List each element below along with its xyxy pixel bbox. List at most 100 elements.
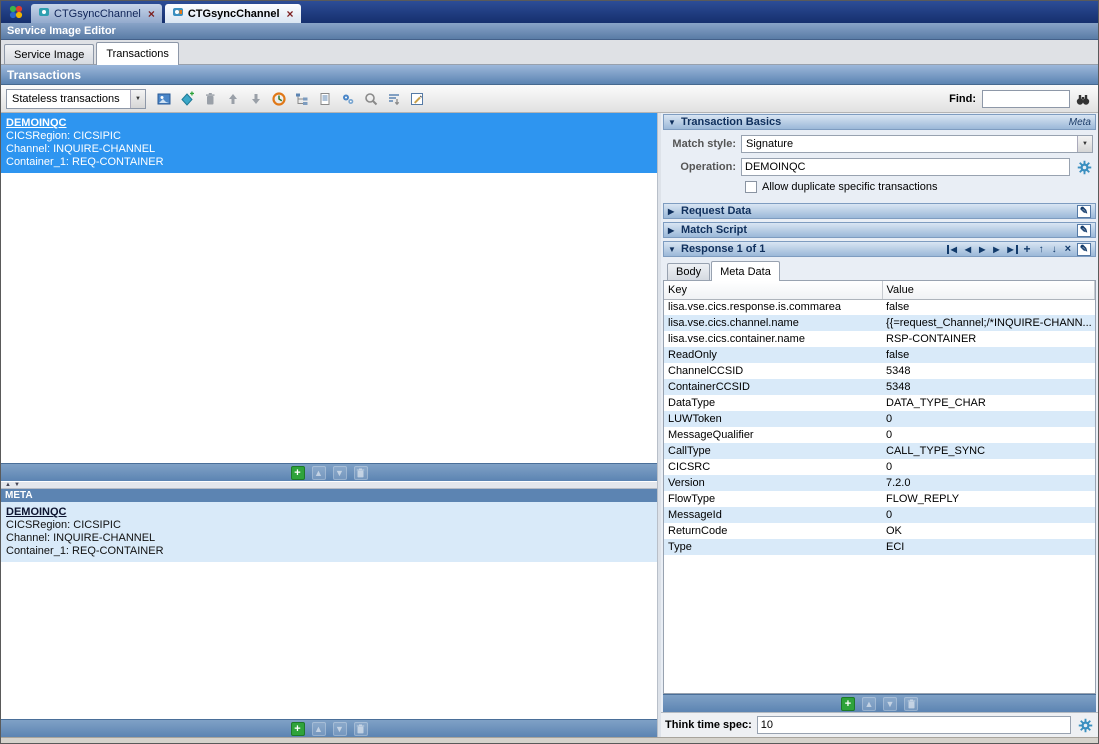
delete-icon[interactable] bbox=[354, 466, 368, 480]
meta-list-title: META bbox=[5, 490, 33, 501]
gear-icon[interactable] bbox=[1076, 718, 1094, 733]
close-icon[interactable]: × bbox=[287, 8, 294, 20]
row-key: CICSRC bbox=[664, 459, 882, 475]
gears-icon[interactable] bbox=[337, 88, 358, 109]
app-logo-icon[interactable] bbox=[4, 1, 28, 23]
new-transaction-icon[interactable] bbox=[176, 88, 197, 109]
table-row[interactable]: MessageId 0 bbox=[664, 507, 1095, 523]
table-row[interactable]: lisa.vse.cics.channel.name {{=request_Ch… bbox=[664, 315, 1095, 331]
tree-view-icon[interactable] bbox=[291, 88, 312, 109]
row-key: LUWToken bbox=[664, 411, 882, 427]
notes-icon[interactable] bbox=[314, 88, 335, 109]
add-icon[interactable]: + bbox=[291, 722, 305, 736]
allow-duplicates-checkbox[interactable] bbox=[745, 181, 757, 193]
play-response-icon[interactable]: ▶ bbox=[977, 245, 987, 254]
move-up-icon[interactable]: ▲ bbox=[312, 722, 326, 736]
move-up-icon[interactable]: ▲ bbox=[862, 697, 876, 711]
gear-icon[interactable] bbox=[1075, 160, 1093, 175]
window-tab-bar: CTGsyncChannel × CTGsyncChannel × bbox=[1, 1, 1098, 23]
table-row[interactable]: LUWToken 0 bbox=[664, 411, 1095, 427]
tab-label: Service Image bbox=[14, 49, 84, 61]
table-row[interactable]: ContainerCCSID 5348 bbox=[664, 379, 1095, 395]
window-tab-ctgsyncchannel-1[interactable]: CTGsyncChannel × bbox=[31, 4, 162, 23]
edit-icon[interactable]: ✎ bbox=[1077, 243, 1091, 256]
splitter-down-icon[interactable]: ▼ bbox=[14, 482, 20, 488]
table-row[interactable]: CallType CALL_TYPE_SYNC bbox=[664, 443, 1095, 459]
delete-icon[interactable] bbox=[199, 88, 220, 109]
find-input[interactable] bbox=[982, 90, 1070, 108]
section-match-script[interactable]: ▶ Match Script ✎ bbox=[663, 222, 1096, 238]
row-value: 5348 bbox=[882, 363, 1095, 379]
row-value: 0 bbox=[882, 459, 1095, 475]
history-icon[interactable] bbox=[268, 88, 289, 109]
sort-icon[interactable] bbox=[383, 88, 404, 109]
move-down-icon[interactable] bbox=[245, 88, 266, 109]
delete-response-icon[interactable]: × bbox=[1063, 243, 1073, 255]
close-icon[interactable]: × bbox=[148, 8, 155, 20]
delete-icon[interactable] bbox=[904, 697, 918, 711]
section-transaction-basics[interactable]: ▼ Transaction Basics Meta bbox=[663, 114, 1096, 130]
tab-service-image[interactable]: Service Image bbox=[4, 44, 94, 64]
section-response[interactable]: ▼ Response 1 of 1 ◀ ◀ ▶ ▶ ▶ + ↑ ↓ × ✎ bbox=[663, 241, 1096, 257]
table-row[interactable]: DataType DATA_TYPE_CHAR bbox=[664, 395, 1095, 411]
image-icon[interactable] bbox=[153, 88, 174, 109]
table-row[interactable]: ReturnCode OK bbox=[664, 523, 1095, 539]
last-response-icon[interactable]: ▶ bbox=[1005, 245, 1017, 254]
tab-body[interactable]: Body bbox=[667, 263, 710, 280]
transaction-type-dropdown[interactable]: Stateless transactions ▼ bbox=[6, 89, 146, 109]
section-title: Transactions bbox=[7, 68, 81, 82]
add-icon[interactable]: + bbox=[841, 697, 855, 711]
move-down-icon[interactable]: ▼ bbox=[883, 697, 897, 711]
next-response-icon[interactable]: ▶ bbox=[991, 245, 1001, 254]
move-response-down-icon[interactable]: ↓ bbox=[1050, 244, 1059, 255]
meta-list-item[interactable]: DEMOINQC CICSRegion: CICSIPIC Channel: I… bbox=[1, 502, 657, 562]
expand-icon: ▶ bbox=[668, 226, 677, 235]
row-value: RSP-CONTAINER bbox=[882, 331, 1095, 347]
previous-response-icon[interactable]: ◀ bbox=[963, 245, 973, 254]
table-row[interactable]: CICSRC 0 bbox=[664, 459, 1095, 475]
table-row[interactable]: FlowType FLOW_REPLY bbox=[664, 491, 1095, 507]
table-row[interactable]: MessageQualifier 0 bbox=[664, 427, 1095, 443]
table-row[interactable]: lisa.vse.cics.response.is.commarea false bbox=[664, 299, 1095, 315]
transaction-list-item[interactable]: DEMOINQC CICSRegion: CICSIPIC Channel: I… bbox=[1, 113, 657, 173]
delete-icon[interactable] bbox=[354, 722, 368, 736]
splitter-up-icon[interactable]: ▲ bbox=[5, 482, 11, 488]
match-style-value: Signature bbox=[746, 138, 793, 150]
first-response-icon[interactable]: ◀ bbox=[947, 245, 959, 254]
column-header-value[interactable]: Value bbox=[882, 281, 1095, 299]
stateless-transaction-list[interactable]: DEMOINQC CICSRegion: CICSIPIC Channel: I… bbox=[1, 113, 657, 463]
move-response-up-icon[interactable]: ↑ bbox=[1037, 244, 1046, 255]
add-response-icon[interactable]: + bbox=[1022, 242, 1033, 256]
binoculars-icon[interactable] bbox=[1072, 88, 1093, 109]
collapse-icon: ▼ bbox=[668, 118, 677, 127]
match-style-dropdown[interactable]: Signature ▼ bbox=[741, 135, 1093, 153]
move-down-icon[interactable]: ▼ bbox=[333, 722, 347, 736]
edit-icon[interactable]: ✎ bbox=[1077, 224, 1091, 237]
meta-transaction-list[interactable]: DEMOINQC CICSRegion: CICSIPIC Channel: I… bbox=[1, 502, 657, 719]
window-tab-ctgsyncchannel-2[interactable]: CTGsyncChannel × bbox=[165, 4, 301, 23]
section-request-data[interactable]: ▶ Request Data ✎ bbox=[663, 203, 1096, 219]
table-row[interactable]: ChannelCCSID 5348 bbox=[664, 363, 1095, 379]
row-value: 5348 bbox=[882, 379, 1095, 395]
magnifier-icon[interactable] bbox=[360, 88, 381, 109]
list-splitter[interactable]: ▲ ▼ bbox=[1, 481, 657, 489]
edit-icon[interactable]: ✎ bbox=[1077, 205, 1091, 218]
add-icon[interactable]: + bbox=[291, 466, 305, 480]
table-row[interactable]: Type ECI bbox=[664, 539, 1095, 555]
move-up-icon[interactable]: ▲ bbox=[312, 466, 326, 480]
table-row[interactable]: lisa.vse.cics.container.name RSP-CONTAIN… bbox=[664, 331, 1095, 347]
tab-transactions[interactable]: Transactions bbox=[96, 42, 179, 65]
transaction-detail-line: Channel: INQUIRE-CHANNEL bbox=[6, 143, 652, 156]
move-down-icon[interactable]: ▼ bbox=[333, 466, 347, 480]
operation-input[interactable] bbox=[741, 158, 1070, 176]
think-time-input[interactable] bbox=[757, 716, 1071, 734]
content-area: DEMOINQC CICSRegion: CICSIPIC Channel: I… bbox=[1, 113, 1098, 737]
edit-external-icon[interactable] bbox=[406, 88, 427, 109]
table-row[interactable]: Version 7.2.0 bbox=[664, 475, 1095, 491]
tab-meta-data[interactable]: Meta Data bbox=[711, 261, 780, 281]
table-row[interactable]: ReadOnly false bbox=[664, 347, 1095, 363]
move-up-icon[interactable] bbox=[222, 88, 243, 109]
expand-icon: ▶ bbox=[668, 207, 677, 216]
row-value: CALL_TYPE_SYNC bbox=[882, 443, 1095, 459]
column-header-key[interactable]: Key bbox=[664, 281, 882, 299]
